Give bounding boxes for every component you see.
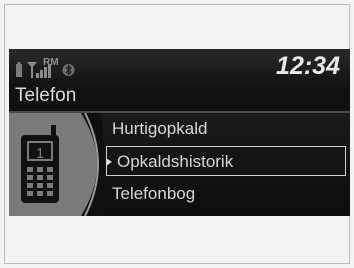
menu-item-label: Opkaldshistorik	[117, 152, 234, 171]
menu-item-label: Hurtigopkald	[112, 119, 208, 138]
selection-arrow-icon	[106, 158, 112, 166]
phone-menu: Hurtigopkald Opkaldshistorik Telefonbog	[106, 113, 350, 216]
menu-item-speed-dial[interactable]: Hurtigopkald	[106, 114, 346, 144]
menu-item-call-history[interactable]: Opkaldshistorik	[106, 146, 346, 176]
line-number-label: 1	[36, 145, 44, 162]
menu-item-label: Telefonbog	[112, 184, 196, 203]
status-icons: RM	[15, 56, 75, 78]
selector-arc	[81, 113, 104, 216]
phone-battery-icon	[16, 62, 22, 77]
status-bar: RM 12:34	[9, 49, 350, 85]
roaming-indicator: RM	[43, 57, 59, 68]
clock: 12:34	[276, 52, 340, 80]
screen-title: Telefon	[15, 85, 77, 106]
bluetooth-icon	[62, 63, 75, 77]
mobile-phone-icon: 1	[21, 125, 59, 203]
menu-item-phonebook[interactable]: Telefonbog	[106, 179, 346, 209]
menu-panel: 1 Hurtigopkald Opkaldshistorik Telefonbo…	[9, 113, 350, 216]
display-screen: RM 12:34 Telefon 1 Hurtigopkald Opkaldsh…	[9, 49, 350, 216]
phone-graphic-area: 1	[9, 113, 104, 216]
